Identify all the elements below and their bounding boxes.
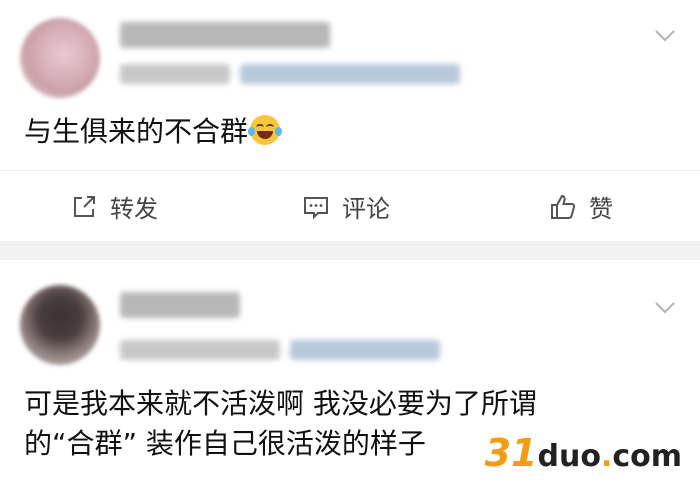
chevron-down-icon[interactable] (654, 24, 676, 46)
post-text: 与生俱来的不合群 (24, 115, 249, 148)
chevron-down-icon[interactable] (654, 296, 676, 318)
site-watermark: 31duo.com (485, 431, 682, 475)
like-label: 赞 (589, 195, 613, 223)
watermark-number: 31 (484, 431, 538, 475)
source-blurred (290, 340, 440, 360)
comment-label: 评论 (342, 195, 390, 223)
post-card-1: 与生俱来的不合群 转发 评论 赞 (0, 0, 700, 241)
action-bar: 转发 评论 赞 (0, 170, 700, 242)
avatar[interactable] (20, 285, 100, 365)
timestamp-blurred (120, 340, 280, 360)
post-separator (0, 241, 700, 260)
source-blurred (240, 64, 460, 84)
thumbs-up-icon (551, 194, 576, 219)
watermark-dot: . (600, 439, 613, 474)
avatar[interactable] (20, 18, 100, 98)
timestamp-blurred (120, 64, 230, 84)
laughing-crying-emoji-icon (248, 115, 283, 145)
comment-button[interactable]: 评论 (302, 171, 390, 242)
like-button[interactable]: 赞 (549, 171, 613, 242)
forward-label: 转发 (110, 195, 158, 223)
watermark-word: duo (537, 439, 601, 474)
comment-icon (304, 196, 328, 219)
post-text-line: 的“合群” 装作自己很活泼的样子 (24, 427, 426, 460)
forward-button[interactable]: 转发 (70, 171, 158, 242)
watermark-tld: com (612, 439, 682, 474)
post-content: 可是我本来就不活泼啊 我没必要为了所谓 的“合群” 装作自己很活泼的样子 (24, 384, 537, 464)
share-icon (74, 195, 95, 217)
post-text-line: 可是我本来就不活泼啊 我没必要为了所谓 (24, 387, 537, 420)
username-blurred[interactable] (120, 22, 330, 48)
username-blurred[interactable] (120, 292, 240, 318)
post-content: 与生俱来的不合群 (24, 112, 283, 152)
